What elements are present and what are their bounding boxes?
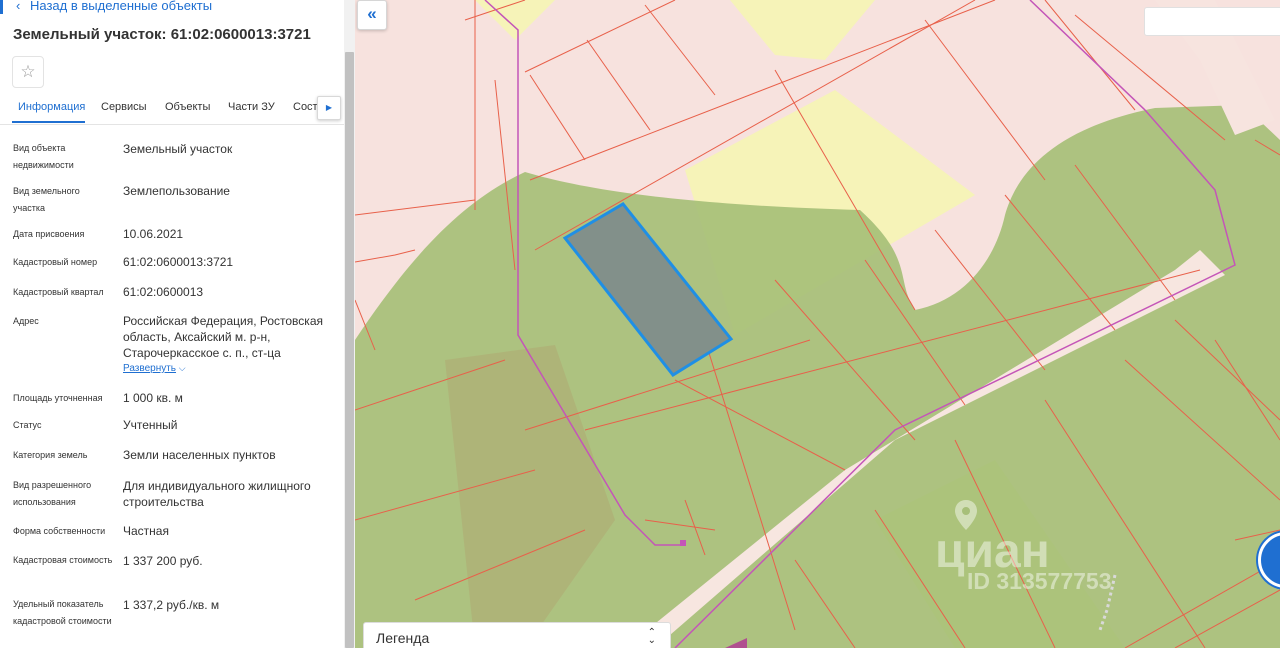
map-search-input[interactable]	[1144, 7, 1280, 36]
cadastral-map[interactable]: циан ID 313577753 « Легенда ⌃ ⌄	[355, 0, 1280, 648]
info-label: Удельный показатель кадастровой стоимост…	[13, 599, 112, 626]
address-value: Российская Федерация, Ростовская область…	[123, 314, 323, 360]
info-label: Вид земельного участка	[13, 186, 80, 213]
info-value: Учтенный	[123, 418, 178, 432]
updown-chevron-icon: ⌃ ⌄	[647, 627, 656, 646]
scrollbar-thumb[interactable]	[345, 52, 354, 648]
double-chevron-left-icon: «	[367, 4, 377, 23]
info-value: 61:02:0600013	[123, 285, 204, 299]
info-value: 10.06.2021	[123, 227, 184, 241]
info-label: Адрес	[13, 316, 39, 326]
legend-label: Легенда	[376, 630, 430, 646]
collapse-panel-button[interactable]: «	[357, 0, 387, 30]
info-value: Частная	[123, 524, 169, 538]
info-value: Земли населенных пунктов	[123, 448, 276, 462]
info-value: 1 337 200 руб.	[123, 554, 203, 568]
info-label: Форма собственности	[13, 526, 106, 536]
info-value: 1 000 кв. м	[123, 391, 183, 405]
info-panel: ‹ Назад в выделенные объекты Земельный уч…	[0, 0, 344, 648]
info-value: 1 337,2 руб./кв. м	[123, 598, 220, 612]
info-label: Категория земель	[13, 450, 88, 460]
legend-dropdown[interactable]: Легенда ⌃ ⌄	[363, 622, 671, 648]
info-label: Кадастровый номер	[13, 257, 98, 267]
info-table: Вид объекта недвижимости Земельный участ…	[0, 0, 344, 648]
yellow-zone	[475, 0, 555, 40]
yellow-zone	[730, 0, 875, 60]
info-label: Вид разрешенного использования	[13, 480, 92, 507]
watermark-id: ID 313577753	[967, 568, 1112, 594]
info-value: Для индивидуального жилищного строительс…	[123, 479, 311, 509]
info-value: Земельный участок	[123, 142, 233, 156]
map-canvas[interactable]	[355, 0, 1280, 648]
info-value: Землепользование	[123, 184, 230, 198]
info-label: Статус	[13, 420, 42, 430]
info-label: Вид объекта недвижимости	[13, 143, 74, 170]
info-label: Дата присвоения	[13, 229, 85, 239]
info-label: Кадастровая стоимость	[13, 555, 113, 565]
expand-address-link[interactable]: Развернуть ⌵	[123, 363, 186, 374]
info-label: Площадь уточненная	[13, 393, 103, 403]
info-label: Кадастровый квартал	[13, 287, 104, 297]
info-value: 61:02:0600013:3721	[123, 255, 234, 269]
object-marker	[680, 540, 686, 546]
expand-label: Развернуть	[123, 363, 177, 374]
panel-scrollbar[interactable]	[344, 0, 355, 648]
chevron-down-icon: ⌵	[178, 363, 186, 373]
